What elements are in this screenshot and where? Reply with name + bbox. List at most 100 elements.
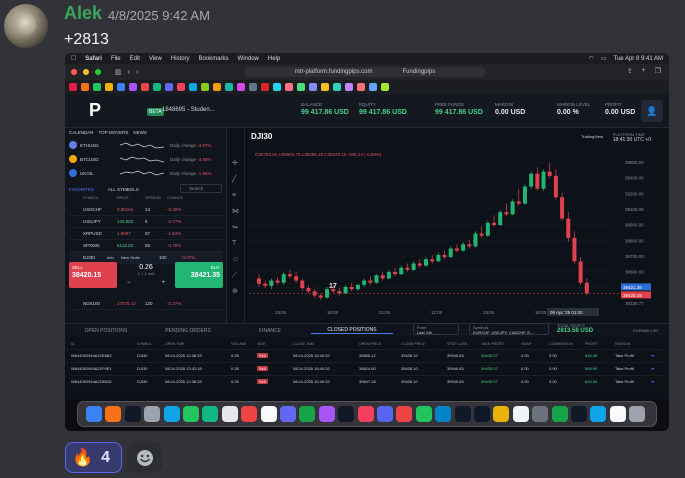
candlestick-chart[interactable]: 39600.00 39400.00 39200.00 39100.00 38900.00…: [245, 128, 669, 323]
bookmark-icon[interactable]: [249, 83, 257, 91]
dock-app-icon[interactable]: [163, 406, 180, 422]
bookmark-icon[interactable]: [333, 83, 341, 91]
bookmark-icon[interactable]: [69, 83, 77, 91]
column-header[interactable]: SIDE: [257, 342, 265, 346]
dock-app-icon[interactable]: [377, 406, 393, 422]
column-header[interactable]: STOP LOSS: [447, 342, 467, 346]
profile-button[interactable]: 👤: [641, 100, 663, 122]
bookmark-icon[interactable]: [165, 83, 173, 91]
bookmark-icon[interactable]: [237, 83, 245, 91]
dock-app-icon[interactable]: [280, 406, 296, 422]
reaction-fire[interactable]: 🔥 4: [65, 442, 122, 473]
dock-app-icon[interactable]: [241, 406, 258, 422]
bookmark-icon[interactable]: [105, 83, 113, 91]
dock-app-icon[interactable]: [318, 406, 335, 422]
ticker-row[interactable]: UKOIL Daily change -1.86%: [69, 166, 225, 180]
bookmark-icon[interactable]: [93, 83, 101, 91]
column-header[interactable]: PROFIT: [585, 342, 598, 346]
symbols-filter[interactable]: Symbols EURCHF, USDJPY, CADCHF, E...: [469, 323, 549, 335]
sidebar-icon[interactable]: ▥: [115, 68, 122, 76]
address-bar[interactable]: mtr-platform.fundingpips.com Fundingpips: [245, 67, 485, 77]
minimize-window-dot[interactable]: [83, 69, 89, 75]
expand-list-button[interactable]: EXPAND LIST: [633, 328, 659, 333]
dock-app-icon[interactable]: [299, 406, 316, 422]
dock-app-icon[interactable]: [221, 406, 238, 422]
trendline-icon[interactable]: ╱: [232, 176, 240, 184]
symbol-row[interactable]: NDX100 17575.12 120 -0.27%: [69, 298, 223, 310]
bookmark-icon[interactable]: [357, 83, 365, 91]
account-selector[interactable]: 1848695 - Studen...: [162, 107, 215, 113]
column-header[interactable]: ID: [71, 342, 75, 346]
dock-app-icon[interactable]: [260, 406, 277, 422]
table-row[interactable]: W644092944A2190D5 DJI30 08.04.2025 12:38:3…: [71, 375, 663, 387]
dock-app-icon[interactable]: [474, 406, 490, 422]
dock-app-icon[interactable]: [454, 406, 471, 422]
dock-app-icon[interactable]: [493, 406, 510, 422]
info-button[interactable]: Info: [107, 255, 121, 260]
tab-open-positions[interactable]: OPEN POSITIONS: [65, 328, 147, 334]
new-tab-icon[interactable]: +: [642, 67, 646, 75]
tab-favorites[interactable]: FAVORITES: [69, 187, 94, 192]
emoji-icon[interactable]: ☺: [232, 256, 240, 264]
symbol-row[interactable]: USDCHF 0.85184 13 -0.38%: [69, 204, 223, 216]
bookmark-icon[interactable]: [309, 83, 317, 91]
dock-app-icon[interactable]: [629, 406, 646, 422]
symbol-row[interactable]: XRPUSD 1.8697 87 -1.84%: [69, 228, 223, 240]
column-header[interactable]: SWAP: [521, 342, 531, 346]
dock-app-icon[interactable]: [415, 406, 432, 422]
dock-app-icon[interactable]: [435, 406, 452, 422]
bookmark-icon[interactable]: [369, 83, 377, 91]
screenshot-attachment[interactable]:  Safari File Edit View History Bookmark…: [65, 53, 669, 431]
dock-app-icon[interactable]: [124, 406, 141, 422]
username[interactable]: Alek: [64, 3, 102, 24]
dock-app-icon[interactable]: [512, 406, 529, 422]
pattern-icon[interactable]: ⋈: [232, 208, 240, 216]
tab-pending-orders[interactable]: PENDING ORDERS: [147, 328, 229, 334]
dock-app-icon[interactable]: [144, 406, 161, 422]
buy-button[interactable]: BUY 38421.35: [175, 262, 223, 288]
tab-top-movers[interactable]: TOP MOVERS: [99, 130, 129, 135]
symbol-row[interactable]: SPX500 5132.82 55 -0.78%: [69, 240, 223, 252]
ticker-row[interactable]: BTCUSD Daily change -3.58%: [69, 152, 225, 166]
chart-area[interactable]: ✛ ╱ ≡ ⋈ ⇋ T ☺ ⟋ ⊕ 39600.00 39400.00 39200.…: [227, 128, 669, 323]
fundingpips-logo[interactable]: P: [89, 100, 107, 120]
dock-app-icon[interactable]: [609, 406, 626, 422]
back-icon[interactable]: ‹: [128, 69, 130, 76]
share-position-icon[interactable]: ➦: [651, 353, 654, 358]
dock-app-icon[interactable]: [338, 406, 355, 422]
ticker-row[interactable]: ETHUSD Daily change -3.87%: [69, 138, 225, 152]
tab-finance[interactable]: FINANCE: [229, 328, 311, 334]
bookmark-icon[interactable]: [141, 83, 149, 91]
bookmark-icon[interactable]: [81, 83, 89, 91]
bookmark-icon[interactable]: [177, 83, 185, 91]
tab-closed-positions[interactable]: CLOSED POSITIONS: [311, 327, 393, 334]
new-order-button[interactable]: New Order: [121, 255, 159, 260]
column-header[interactable]: OPEN TIME: [165, 342, 185, 346]
bookmark-icon[interactable]: [201, 83, 209, 91]
symbol-row[interactable]: USDJPY 146.583 5 -0.77%: [69, 216, 223, 228]
tab-news[interactable]: NEWS: [133, 130, 147, 135]
bookmark-icon[interactable]: [345, 83, 353, 91]
zoom-window-dot[interactable]: [95, 69, 101, 75]
close-window-dot[interactable]: [71, 69, 77, 75]
tab-all-symbols[interactable]: ALL SYMBOLS: [108, 187, 139, 192]
dock-app-icon[interactable]: [105, 406, 122, 422]
increase-quantity-button[interactable]: +: [161, 280, 165, 286]
dock-app-icon[interactable]: [396, 406, 413, 422]
dock-app-icon[interactable]: [357, 406, 374, 422]
bookmark-icon[interactable]: [225, 83, 233, 91]
bookmark-icon[interactable]: [189, 83, 197, 91]
table-row[interactable]: W644092944A21E6B2 DJI30 08.04.2025 12:38:3…: [71, 349, 663, 361]
dock-app-icon[interactable]: [183, 406, 199, 422]
bookmark-icon[interactable]: [213, 83, 221, 91]
avatar[interactable]: [4, 4, 48, 48]
bookmark-icon[interactable]: [261, 83, 269, 91]
dock-app-icon[interactable]: [532, 406, 549, 422]
ruler-icon[interactable]: ⟋: [232, 272, 240, 280]
sell-button[interactable]: SELL 38420.15: [69, 262, 117, 288]
symbol-search-input[interactable]: Search: [180, 184, 222, 193]
bookmark-icon[interactable]: [153, 83, 161, 91]
column-header[interactable]: COMMISSION: [549, 342, 573, 346]
column-header[interactable]: OPEN PRICE: [359, 342, 381, 346]
dock-app-icon[interactable]: [551, 406, 568, 422]
